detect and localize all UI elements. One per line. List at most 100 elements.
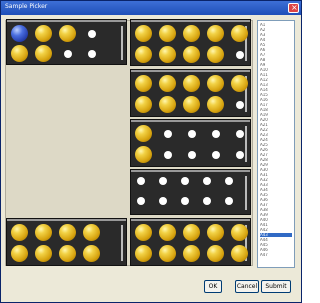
sample-tray[interactable] <box>6 19 127 65</box>
sample-tray[interactable] <box>130 69 251 117</box>
sample-well[interactable] <box>35 245 52 262</box>
sample-well[interactable] <box>135 125 152 142</box>
sample-well[interactable] <box>135 224 152 241</box>
list-item[interactable]: A29 <box>260 163 292 167</box>
list-item[interactable]: A17 <box>260 103 292 107</box>
empty-well[interactable] <box>181 177 189 185</box>
list-item[interactable]: A33 <box>260 183 292 187</box>
sample-well[interactable] <box>11 224 28 241</box>
sample-well[interactable] <box>11 45 28 62</box>
sample-well[interactable] <box>183 46 200 63</box>
list-item[interactable]: A18 <box>260 108 292 112</box>
close-button[interactable]: × <box>288 3 299 13</box>
ok-button[interactable]: OK <box>204 280 222 293</box>
list-item[interactable]: A25 <box>260 143 292 147</box>
sample-well[interactable] <box>231 75 248 92</box>
list-item[interactable]: A20 <box>260 118 292 122</box>
empty-well[interactable] <box>163 150 172 159</box>
list-item[interactable]: A5 <box>260 43 292 47</box>
sample-well[interactable] <box>135 96 152 113</box>
list-item[interactable]: A44 <box>260 238 292 242</box>
list-item[interactable]: A24 <box>260 138 292 142</box>
sample-well[interactable] <box>135 245 152 262</box>
sample-well[interactable] <box>83 245 100 262</box>
empty-well[interactable] <box>63 49 72 58</box>
sample-well[interactable] <box>59 224 76 241</box>
sample-well[interactable] <box>207 46 224 63</box>
list-item[interactable]: A2 <box>260 28 292 32</box>
cancel-button[interactable]: Cancel <box>235 280 259 293</box>
list-item[interactable]: A8 <box>260 58 292 62</box>
list-item[interactable]: A38 <box>260 208 292 212</box>
list-item[interactable]: A31 <box>260 173 292 177</box>
list-item[interactable]: A32 <box>260 178 292 182</box>
list-item[interactable]: A36 <box>260 198 292 202</box>
list-item[interactable]: A40 <box>260 218 292 222</box>
list-item[interactable]: A27 <box>260 153 292 157</box>
empty-well[interactable] <box>87 49 96 58</box>
list-item[interactable]: A1 <box>260 23 292 27</box>
empty-well[interactable] <box>225 177 233 185</box>
sample-well[interactable] <box>207 224 224 241</box>
sample-well[interactable] <box>183 245 200 262</box>
list-item[interactable]: A10 <box>260 68 292 72</box>
sample-well[interactable] <box>159 25 176 42</box>
list-item[interactable]: A11 <box>260 73 292 77</box>
sample-well[interactable] <box>183 96 200 113</box>
sample-well[interactable] <box>183 25 200 42</box>
sample-well[interactable] <box>183 75 200 92</box>
list-item[interactable]: A14 <box>260 88 292 92</box>
sample-well[interactable] <box>159 245 176 262</box>
sample-well[interactable] <box>135 25 152 42</box>
empty-well[interactable] <box>87 29 96 38</box>
list-item[interactable]: A13 <box>260 83 292 87</box>
list-item[interactable]: A12 <box>260 78 292 82</box>
sample-well[interactable] <box>35 224 52 241</box>
sample-well[interactable] <box>135 146 152 163</box>
submit-button[interactable]: Submit <box>261 280 291 293</box>
sample-well[interactable] <box>207 25 224 42</box>
empty-well[interactable] <box>159 177 167 185</box>
sample-well[interactable] <box>135 46 152 63</box>
list-item[interactable]: A39 <box>260 213 292 217</box>
list-item[interactable]: A45 <box>260 243 292 247</box>
empty-well[interactable] <box>203 177 211 185</box>
sample-well[interactable] <box>183 224 200 241</box>
empty-well[interactable] <box>163 129 172 138</box>
list-item[interactable]: A16 <box>260 98 292 102</box>
empty-well[interactable] <box>187 150 196 159</box>
sample-well[interactable] <box>207 245 224 262</box>
list-item[interactable]: A34 <box>260 188 292 192</box>
empty-well[interactable] <box>235 129 244 138</box>
list-item[interactable]: A3 <box>260 33 292 37</box>
list-item[interactable]: A30 <box>260 168 292 172</box>
list-item[interactable]: A21 <box>260 123 292 127</box>
sample-well[interactable] <box>207 96 224 113</box>
sample-well[interactable] <box>159 96 176 113</box>
sample-listbox[interactable]: A1 A2 A3 A4 A5 A6 A7 A8 A9 A10 A11 A12 A13 A14 A15 A16 A… <box>257 20 295 268</box>
list-item[interactable]: A19 <box>260 113 292 117</box>
empty-well[interactable] <box>187 129 196 138</box>
empty-well[interactable] <box>235 50 244 59</box>
list-item[interactable]: A7 <box>260 53 292 57</box>
empty-well[interactable] <box>137 197 145 205</box>
list-item[interactable]: A47 <box>260 253 292 257</box>
list-item[interactable]: A22 <box>260 128 292 132</box>
list-item[interactable]: A41 <box>260 223 292 227</box>
title-bar[interactable]: Sample Picker × <box>1 1 301 15</box>
sample-well[interactable] <box>159 75 176 92</box>
empty-well[interactable] <box>211 150 220 159</box>
list-item[interactable]: A46 <box>260 248 292 252</box>
empty-well[interactable] <box>159 197 167 205</box>
sample-well[interactable] <box>35 25 52 42</box>
sample-tray[interactable] <box>130 19 251 66</box>
list-item[interactable]: A15 <box>260 93 292 97</box>
sample-tray[interactable] <box>130 169 251 215</box>
empty-well[interactable] <box>203 197 211 205</box>
sample-well[interactable] <box>207 75 224 92</box>
list-item[interactable]: A6 <box>260 48 292 52</box>
list-item[interactable]: A35 <box>260 193 292 197</box>
sample-well[interactable] <box>59 245 76 262</box>
empty-well[interactable] <box>211 129 220 138</box>
list-item[interactable]: A37 <box>260 203 292 207</box>
